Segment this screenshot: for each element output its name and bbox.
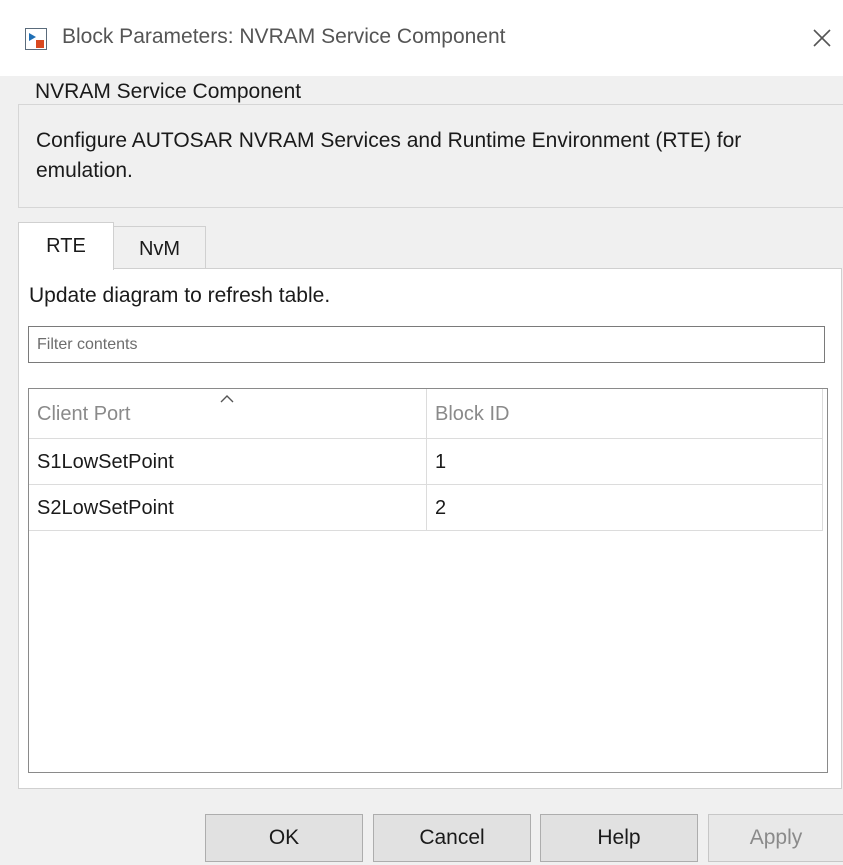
sort-ascending-icon[interactable] [219, 391, 235, 409]
tab-rte[interactable]: RTE [18, 222, 114, 270]
client-port-cell[interactable]: S1LowSetPoint [29, 439, 427, 484]
group-description: Configure AUTOSAR NVRAM Services and Run… [36, 129, 742, 182]
refresh-hint: Update diagram to refresh table. [29, 284, 331, 307]
client-port-cell[interactable]: S2LowSetPoint [29, 485, 427, 530]
block-id-cell[interactable]: 1 [427, 439, 823, 484]
apply-button[interactable]: Apply [708, 814, 843, 862]
cancel-button[interactable]: Cancel [373, 814, 531, 862]
table-row[interactable]: S1LowSetPoint 1 [29, 439, 823, 485]
title-bar: Block Parameters: NVRAM Service Componen… [0, 0, 843, 76]
help-button[interactable]: Help [540, 814, 698, 862]
table-header-row: Client Port Block ID [29, 389, 823, 439]
close-button[interactable] [806, 22, 838, 54]
filter-input[interactable] [28, 326, 825, 363]
ok-button[interactable]: OK [205, 814, 363, 862]
tab-nvm[interactable]: NvM [113, 226, 206, 269]
table-row[interactable]: S2LowSetPoint 2 [29, 485, 823, 531]
group-title: NVRAM Service Component [27, 80, 310, 104]
close-icon [813, 29, 831, 47]
column-header-block-id[interactable]: Block ID [427, 389, 823, 438]
window-title: Block Parameters: NVRAM Service Componen… [62, 25, 506, 48]
client-port-table: Client Port Block ID S1LowSetPoint 1 S2L… [28, 388, 828, 773]
block-id-cell[interactable]: 2 [427, 485, 823, 530]
simulink-block-icon [25, 28, 47, 50]
